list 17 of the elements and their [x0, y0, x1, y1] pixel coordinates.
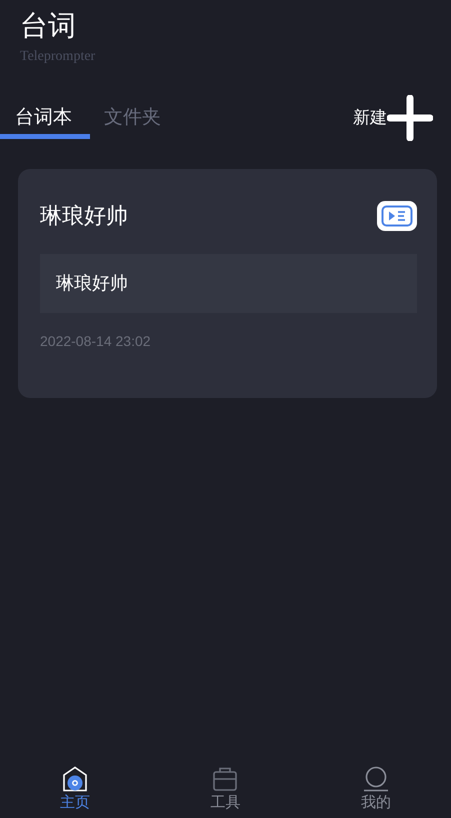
teleprompter-icon[interactable] [377, 200, 417, 230]
tab[interactable]: 台词本 [15, 104, 72, 132]
script-card[interactable]: 琳琅好帅 琳琅好帅 2022-08-14 23:02 [18, 169, 437, 398]
script-title: 琳琅好帅 [40, 202, 128, 230]
script-date: 2022-08-14 23:02 [40, 332, 152, 351]
plus-icon [387, 95, 433, 141]
toolbox-icon [212, 766, 238, 792]
new-button[interactable]: 新建 [353, 95, 433, 141]
page-subtitle: Teleprompter [19, 48, 96, 66]
script-preview: 琳琅好帅 [40, 254, 417, 313]
nav-tab[interactable]: 工具 [150, 766, 301, 814]
person-icon [362, 766, 389, 792]
tab[interactable]: 文件夹 [104, 104, 161, 132]
page-title: 台词 [19, 9, 77, 40]
nav-tab[interactable]: 主页 [0, 766, 150, 814]
home-icon [62, 766, 88, 792]
nav-tab[interactable]: 我的 [300, 766, 451, 814]
